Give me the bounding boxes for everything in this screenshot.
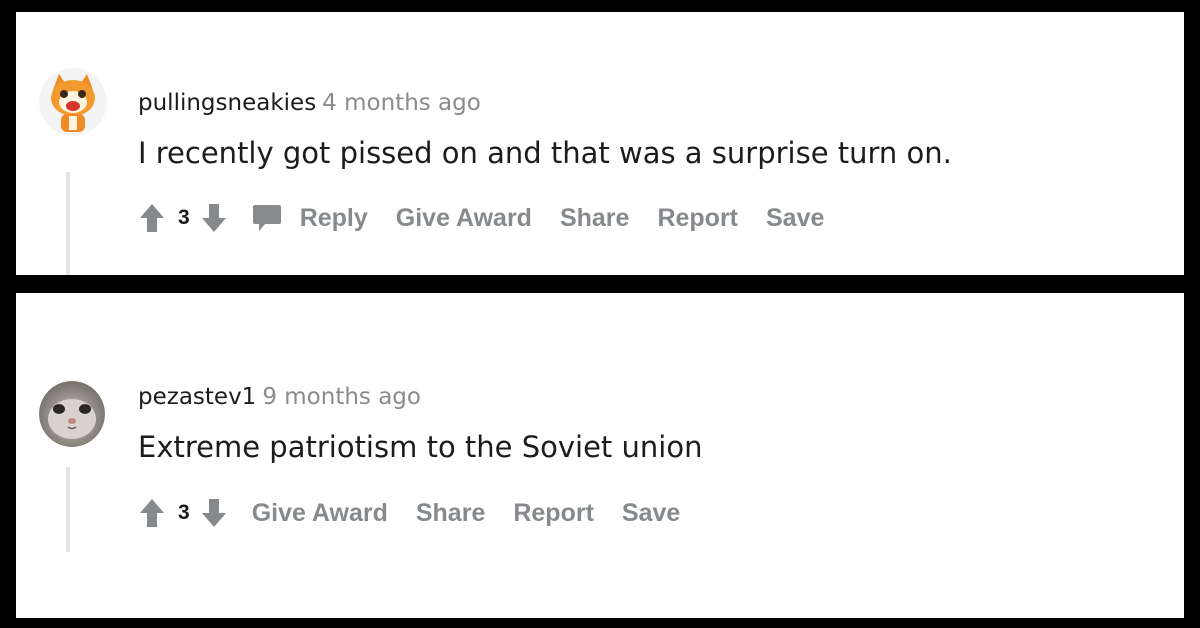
report-button[interactable]: Report	[657, 204, 738, 233]
timestamp[interactable]: 4 months ago	[322, 90, 481, 116]
upvote-arrow-icon	[140, 499, 164, 527]
orange-cartoon-fox-avatar-icon	[39, 68, 107, 136]
vote-score: 3	[178, 206, 190, 229]
give-award-button[interactable]: Give Award	[252, 499, 388, 528]
upvote-button[interactable]	[138, 202, 166, 234]
downvote-arrow-icon	[201, 204, 226, 232]
comment-body: Extreme patriotism to the Soviet union	[138, 430, 703, 464]
reply-button[interactable]: Reply	[252, 203, 368, 233]
cat-face-avatar-icon	[39, 381, 105, 447]
comment-meta: pullingsneakies 4 months ago	[138, 90, 481, 116]
give-award-button[interactable]: Give Award	[396, 204, 532, 233]
share-button[interactable]: Share	[416, 499, 485, 528]
thread-line[interactable]	[66, 467, 70, 552]
avatar[interactable]	[39, 68, 107, 136]
report-button[interactable]: Report	[513, 499, 594, 528]
comment-actions: 3 Reply Give Award Share Report Save	[138, 198, 824, 238]
timestamp[interactable]: 9 months ago	[262, 384, 421, 410]
upvote-button[interactable]	[138, 497, 166, 529]
downvote-button[interactable]	[200, 202, 228, 234]
vote-score: 3	[178, 501, 190, 524]
comment-body: I recently got pissed on and that was a …	[138, 136, 952, 170]
save-button[interactable]: Save	[622, 499, 680, 528]
comment-actions: 3 Give Award Share Report Save	[138, 493, 680, 533]
upvote-arrow-icon	[140, 204, 164, 232]
comment-card-1: pullingsneakies 4 months ago I recently g…	[16, 12, 1184, 275]
thread-line[interactable]	[66, 172, 70, 275]
avatar[interactable]	[39, 381, 105, 447]
save-button[interactable]: Save	[766, 204, 824, 233]
downvote-button[interactable]	[200, 497, 228, 529]
comment-card-2: pezastev1 9 months ago Extreme patriotism…	[16, 293, 1184, 618]
comment-meta: pezastev1 9 months ago	[138, 384, 421, 410]
share-button[interactable]: Share	[560, 204, 629, 233]
comment-bubble-icon	[252, 203, 282, 233]
reply-label: Reply	[299, 203, 368, 232]
username-link[interactable]: pezastev1	[138, 384, 256, 410]
downvote-arrow-icon	[201, 499, 226, 527]
username-link[interactable]: pullingsneakies	[138, 90, 316, 116]
